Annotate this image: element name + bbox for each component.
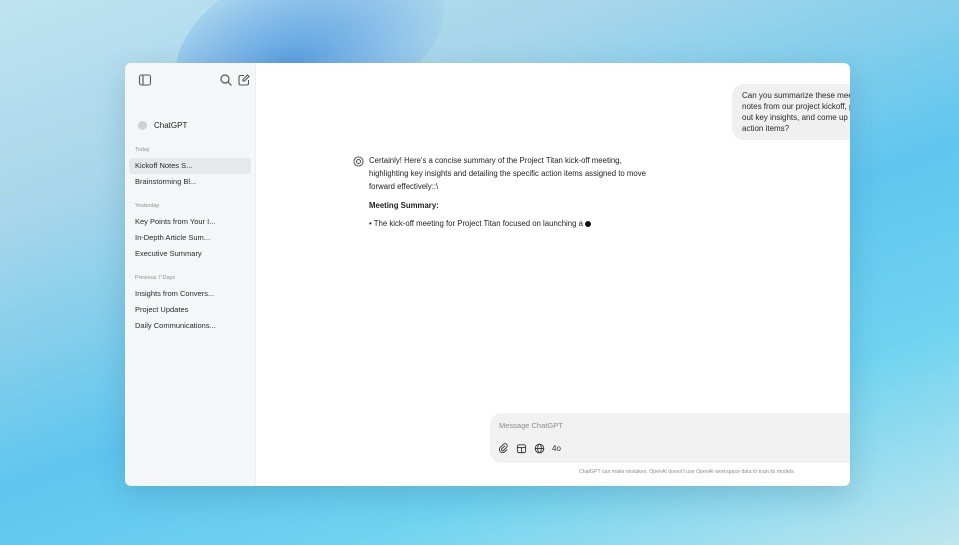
globe-icon[interactable] — [534, 443, 545, 454]
attach-icon[interactable] — [498, 443, 509, 454]
assistant-bullet: • The kick-off meeting for Project Titan… — [369, 217, 653, 230]
app-window: ChatGPT Today Kickoff Notes S... Brainst… — [125, 63, 850, 486]
sidebar: ChatGPT Today Kickoff Notes S... Brainst… — [125, 63, 256, 486]
sidebar-item-chatgpt[interactable]: ChatGPT — [129, 116, 251, 134]
tools-icon[interactable] — [516, 443, 527, 454]
sidebar-toolbar — [129, 73, 251, 93]
sidebar-brand-label: ChatGPT — [154, 120, 188, 130]
composer-tools: 4o — [498, 443, 561, 454]
chat-item[interactable]: Brainstorming Bl... — [129, 174, 251, 190]
conversation-pane: Can you summarize these meeting notes fr… — [256, 63, 850, 486]
assistant-bullet-text: • The kick-off meeting for Project Titan… — [369, 219, 583, 228]
model-selector[interactable]: 4o — [552, 444, 561, 453]
user-message-bubble: Can you summarize these meeting notes fr… — [732, 84, 850, 140]
assistant-heading: Meeting Summary: — [369, 201, 439, 210]
streaming-cursor-icon — [584, 220, 591, 227]
assistant-intro-text: Certainly! Here's a concise summary of t… — [369, 156, 646, 191]
section-label-yesterday: Yesterday — [135, 203, 160, 209]
search-icon[interactable] — [219, 73, 233, 87]
new-chat-icon[interactable] — [237, 73, 251, 87]
chatgpt-avatar-icon — [353, 156, 364, 167]
section-label-previous-7-days: Previous 7 Days — [135, 275, 176, 281]
chat-item[interactable]: Project Updates — [129, 302, 251, 318]
message-composer[interactable]: Message ChatGPT 4o — [490, 413, 850, 463]
message-input[interactable]: Message ChatGPT — [499, 421, 563, 430]
chat-item[interactable]: In-Depth Article Sum... — [129, 230, 251, 246]
section-label-today: Today — [135, 147, 150, 153]
chat-item[interactable]: Executive Summary — [129, 246, 251, 262]
chatgpt-logo-icon — [138, 120, 147, 130]
chat-item[interactable]: Insights from Convers... — [129, 286, 251, 302]
disclaimer-text: ChatGPT can make mistakes. OpenAI doesn'… — [579, 469, 795, 475]
assistant-message: Certainly! Here's a concise summary of t… — [353, 154, 653, 230]
chat-item[interactable]: Kickoff Notes S... — [129, 158, 251, 174]
chat-item[interactable]: Key Points from Your I... — [129, 214, 251, 230]
sidebar-toggle-icon[interactable] — [138, 73, 152, 87]
disclaimer: ChatGPT can make mistakes. OpenAI doesn'… — [256, 469, 850, 475]
chat-item[interactable]: Daily Communications... — [129, 318, 251, 334]
